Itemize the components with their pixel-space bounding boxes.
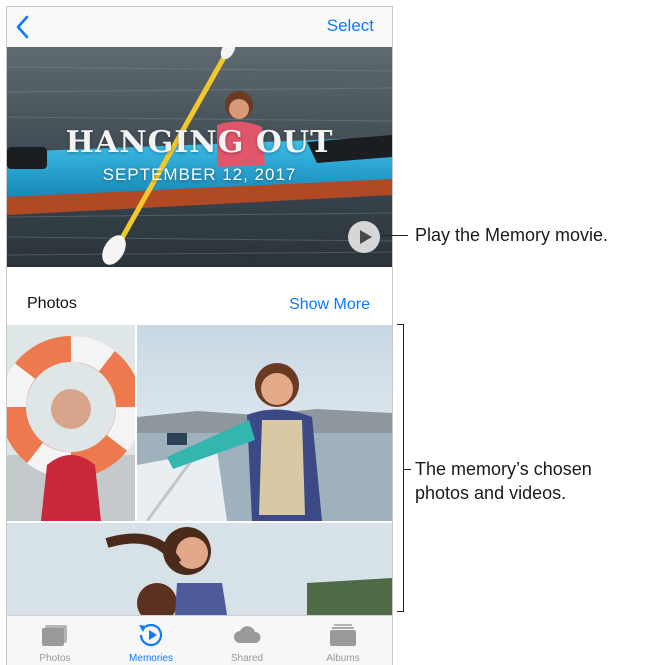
show-more-link[interactable]: Show More bbox=[289, 296, 370, 314]
tab-memories[interactable]: Memories bbox=[103, 616, 199, 665]
photos-callout-text-line2: photos and videos. bbox=[415, 483, 567, 503]
memory-date: SEPTEMBER 12, 2017 bbox=[102, 165, 297, 184]
photos-icon bbox=[42, 625, 67, 646]
tab-photos-label: Photos bbox=[39, 653, 71, 664]
photos-callout-text-line1: The memory’s chosen bbox=[415, 459, 592, 479]
photo-mother-and-daughter[interactable] bbox=[7, 523, 392, 615]
tab-photos[interactable]: Photos bbox=[7, 616, 103, 665]
photos-bracket-bottom bbox=[397, 611, 403, 612]
photo-girl-on-boat[interactable] bbox=[137, 325, 392, 521]
back-chevron-icon[interactable] bbox=[13, 14, 33, 40]
photos-callout-line bbox=[403, 469, 411, 470]
tab-bar: Photos Memories Shared Albums bbox=[7, 615, 392, 665]
photo-lifebuoy[interactable] bbox=[7, 325, 135, 521]
memory-title: HANGING OUT bbox=[65, 125, 334, 160]
memory-hero-image[interactable]: HANGING OUT SEPTEMBER 12, 2017 bbox=[7, 47, 392, 267]
tab-albums[interactable]: Albums bbox=[295, 616, 391, 665]
tab-shared-label: Shared bbox=[230, 653, 264, 664]
photos-bracket-vertical bbox=[403, 324, 404, 612]
tab-shared[interactable]: Shared bbox=[199, 616, 295, 665]
phone-screen: Select HANGING OUT SEPTEMBER 12, 2017 Ph… bbox=[6, 6, 393, 665]
play-callout-line bbox=[382, 235, 408, 236]
play-callout-text: Play the Memory movie. bbox=[415, 225, 609, 245]
photos-section-title: Photos bbox=[27, 295, 77, 312]
tab-albums-label: Albums bbox=[326, 653, 360, 664]
select-button[interactable]: Select bbox=[327, 16, 374, 36]
tab-memories-label: Memories bbox=[129, 653, 173, 664]
navigation-bar: Select bbox=[7, 7, 392, 47]
cloud-icon bbox=[234, 626, 261, 643]
albums-icon bbox=[330, 624, 356, 646]
play-button-icon[interactable] bbox=[347, 220, 381, 254]
memories-icon bbox=[139, 623, 163, 647]
